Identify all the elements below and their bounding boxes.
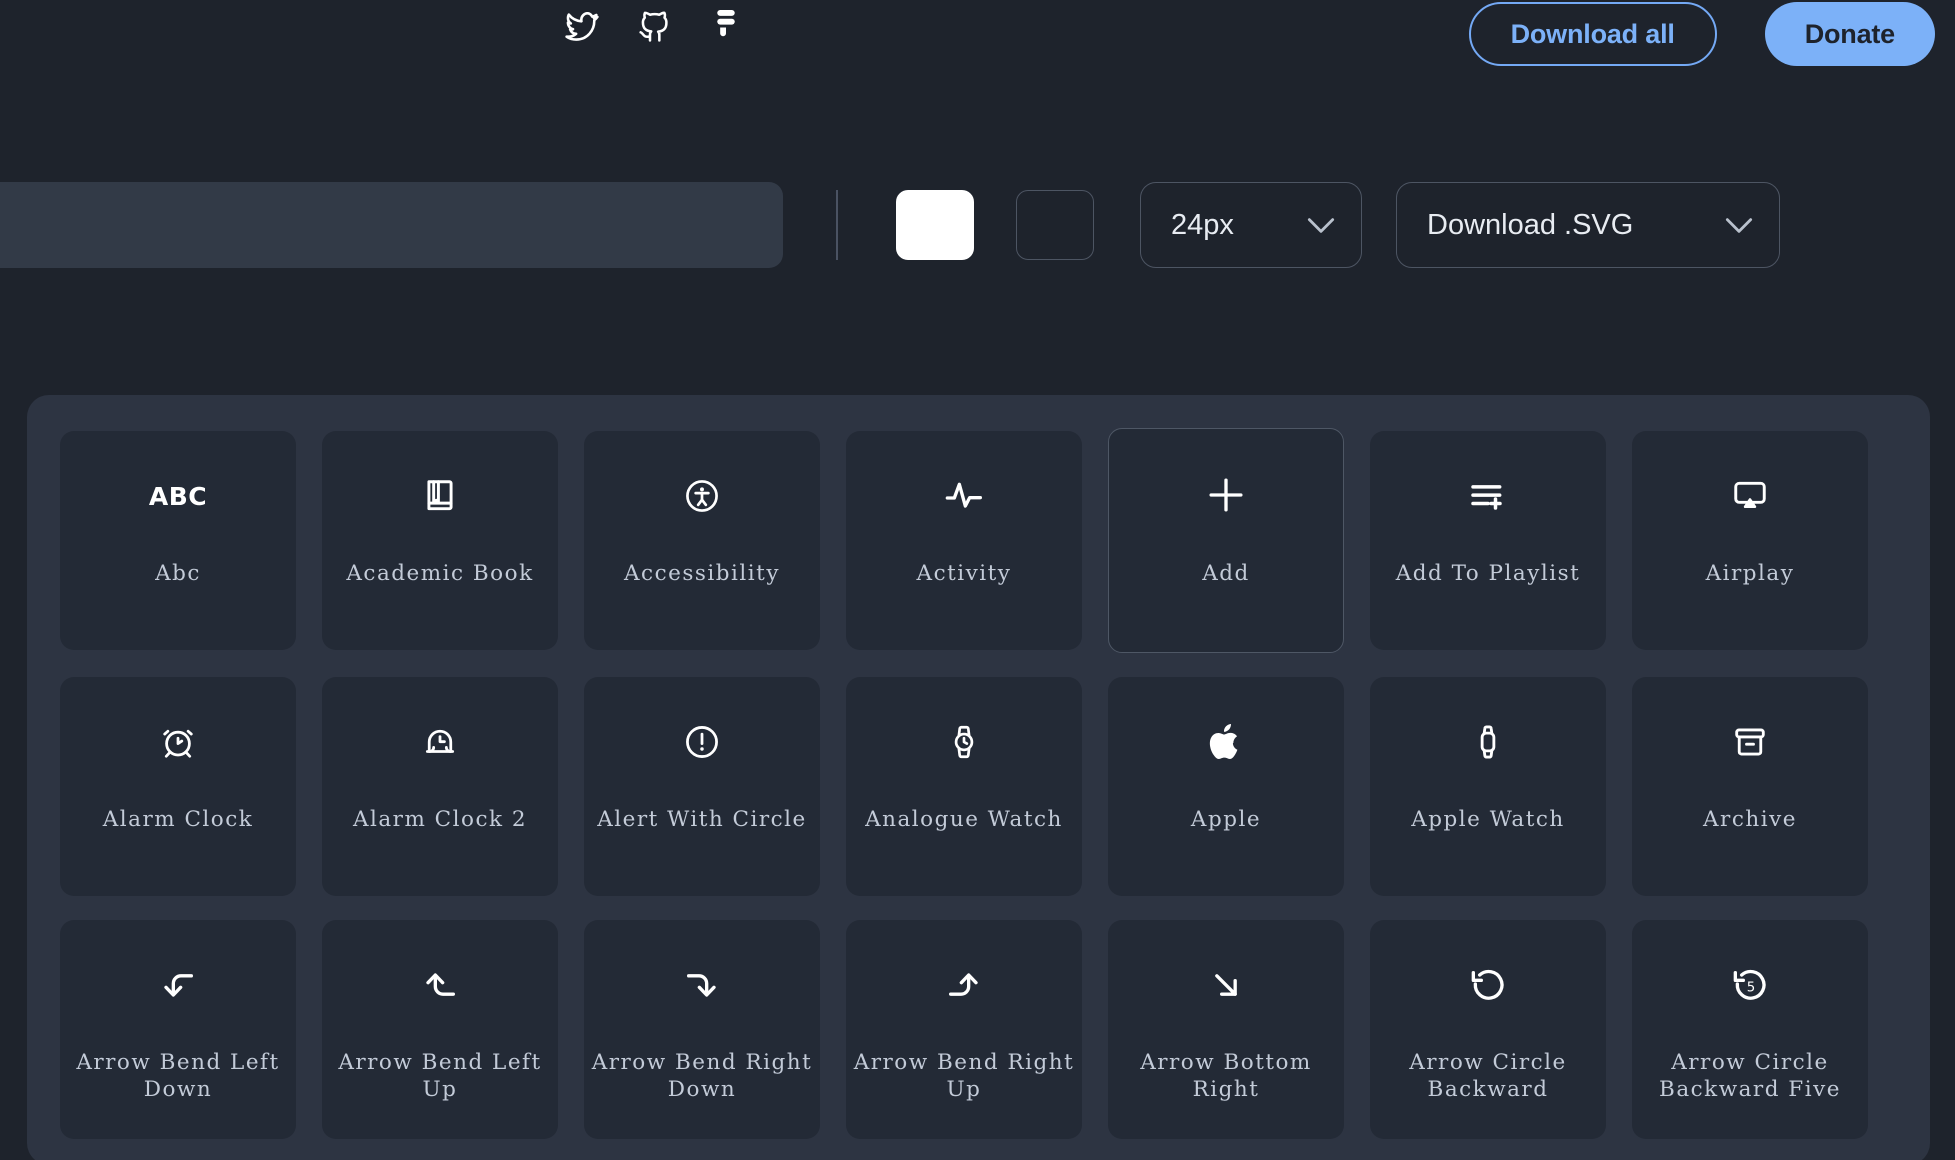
github-icon[interactable] <box>637 10 671 44</box>
alarm-clock-2-icon <box>323 678 557 806</box>
icon-card-label: Arrow Bend Left Down <box>76 1050 280 1102</box>
arrow-bend-right-down-icon <box>585 921 819 1049</box>
icon-card-arrow-bend-left-up[interactable]: Arrow Bend Left Up <box>322 920 558 1139</box>
icon-card-label: Activity <box>916 561 1012 586</box>
add-icon <box>1109 429 1343 560</box>
figma-icon[interactable] <box>709 9 743 44</box>
chevron-down-icon <box>1307 217 1335 234</box>
icon-card-archive[interactable]: Archive <box>1632 677 1868 896</box>
icon-card-label: Archive <box>1703 807 1797 832</box>
arrow-bend-right-up-icon <box>847 921 1081 1049</box>
arrow-bottom-right-icon <box>1109 921 1343 1049</box>
icon-panel: ABC Abc Academic Book Accessibility Activity… <box>27 395 1930 1160</box>
icon-card-label: Add <box>1202 561 1250 586</box>
icon-card-airplay[interactable]: Airplay <box>1632 431 1868 650</box>
alarm-clock-icon <box>61 678 295 806</box>
icon-card-alert-with-circle[interactable]: Alert With Circle <box>584 677 820 896</box>
icon-card-label: Accessibility <box>624 561 780 586</box>
icon-card-label: Apple Watch <box>1411 807 1565 832</box>
analogue-watch-icon <box>847 678 1081 806</box>
icon-card-abc[interactable]: ABC Abc <box>60 431 296 650</box>
icon-card-analogue-watch[interactable]: Analogue Watch <box>846 677 1082 896</box>
search-input[interactable] <box>0 182 783 268</box>
icon-card-academic-book[interactable]: Academic Book <box>322 431 558 650</box>
icon-card-label: Analogue Watch <box>865 807 1063 832</box>
toolbar: 24px Download .SVG <box>0 182 1955 268</box>
archive-icon <box>1633 678 1867 806</box>
add-to-playlist-icon <box>1371 432 1605 560</box>
color-swatch-dark[interactable] <box>1016 190 1094 260</box>
icon-card-label: Abc <box>155 561 201 586</box>
download-all-button[interactable]: Download all <box>1468 2 1717 66</box>
arrow-circle-backward-five-icon: 5 <box>1633 921 1867 1049</box>
chevron-down-icon <box>1725 217 1753 234</box>
icon-card-alarm-clock-2[interactable]: Alarm Clock 2 <box>322 677 558 896</box>
icon-card-arrow-bend-right-down[interactable]: Arrow Bend Right Down <box>584 920 820 1139</box>
social-links <box>565 9 743 44</box>
icon-card-accessibility[interactable]: Accessibility <box>584 431 820 650</box>
arrow-bend-left-down-icon <box>61 921 295 1049</box>
format-select-value: Download .SVG <box>1427 208 1634 241</box>
icon-card-arrow-circle-backward-five[interactable]: 5 Arrow Circle Backward Five <box>1632 920 1868 1139</box>
icon-card-arrow-bend-left-down[interactable]: Arrow Bend Left Down <box>60 920 296 1139</box>
accessibility-icon <box>585 432 819 560</box>
arrow-circle-backward-icon <box>1371 921 1605 1049</box>
icon-card-label: Arrow Bottom Right <box>1140 1050 1312 1102</box>
svg-text:5: 5 <box>1747 981 1755 996</box>
activity-icon <box>847 432 1081 560</box>
icon-card-label: Alert With Circle <box>597 807 807 832</box>
donate-button[interactable]: Donate <box>1764 2 1935 66</box>
icon-card-add-to-playlist[interactable]: Add To Playlist <box>1370 431 1606 650</box>
icon-card-arrow-circle-backward[interactable]: Arrow Circle Backward <box>1370 920 1606 1139</box>
abc-icon: ABC <box>148 481 208 511</box>
icon-grid: ABC Abc Academic Book Accessibility Activity… <box>60 428 1897 1139</box>
apple-watch-icon <box>1371 678 1605 806</box>
icon-card-label: Airplay <box>1705 561 1795 586</box>
icon-card-arrow-bottom-right[interactable]: Arrow Bottom Right <box>1108 920 1344 1139</box>
icon-card-apple-watch[interactable]: Apple Watch <box>1370 677 1606 896</box>
icon-card-label: Alarm Clock <box>102 807 254 832</box>
icon-card-label: Apple <box>1190 807 1262 832</box>
color-swatch-white[interactable] <box>896 190 974 260</box>
twitter-icon[interactable] <box>565 10 599 44</box>
icon-card-add[interactable]: Add <box>1108 428 1344 653</box>
airplay-icon <box>1633 432 1867 560</box>
size-select-value: 24px <box>1171 208 1234 241</box>
top-actions: Download all Donate <box>1468 2 1935 66</box>
toolbar-divider <box>836 190 838 260</box>
icon-card-label: Academic Book <box>346 561 534 586</box>
format-select[interactable]: Download .SVG <box>1396 182 1780 268</box>
icon-card-label: Arrow Circle Backward <box>1409 1050 1567 1102</box>
icon-card-label: Arrow Circle Backward Five <box>1659 1050 1841 1102</box>
apple-icon <box>1109 678 1343 806</box>
icon-card-label: Arrow Bend Right Down <box>591 1050 813 1102</box>
icon-card-alarm-clock[interactable]: Alarm Clock <box>60 677 296 896</box>
size-select[interactable]: 24px <box>1140 182 1362 268</box>
icon-card-arrow-bend-right-up[interactable]: Arrow Bend Right Up <box>846 920 1082 1139</box>
alert-with-circle-icon <box>585 678 819 806</box>
icon-card-apple[interactable]: Apple <box>1108 677 1344 896</box>
top-bar: Download all Donate <box>0 0 1955 70</box>
arrow-bend-left-up-icon <box>323 921 557 1049</box>
icon-card-label: Arrow Bend Right Up <box>853 1050 1075 1102</box>
icon-card-activity[interactable]: Activity <box>846 431 1082 650</box>
icon-card-label: Add To Playlist <box>1395 561 1581 586</box>
academic-book-icon <box>323 432 557 560</box>
icon-card-label: Alarm Clock 2 <box>352 807 528 832</box>
icon-card-label: Arrow Bend Left Up <box>338 1050 542 1102</box>
